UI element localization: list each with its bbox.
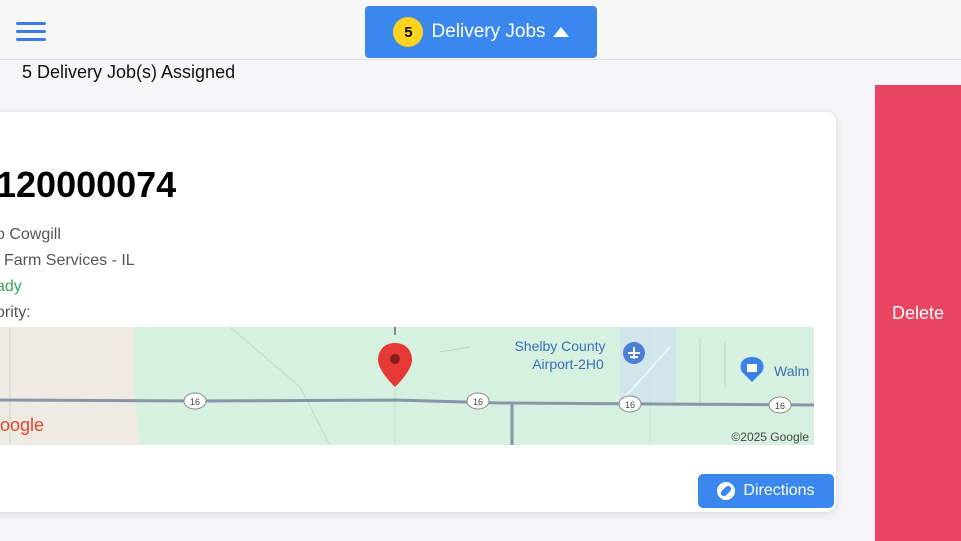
route-16-shield-3: 16 bbox=[618, 395, 642, 413]
svg-text:16: 16 bbox=[775, 401, 785, 411]
delivery-jobs-button[interactable]: 5 Delivery Jobs bbox=[365, 6, 597, 58]
route-16-shield-4: 16 bbox=[768, 396, 792, 414]
airport-area bbox=[620, 327, 676, 402]
airport-label-line2: Airport-2H0 bbox=[532, 356, 604, 372]
delete-label: Delete bbox=[891, 302, 945, 323]
delivery-job-card[interactable]: 120000074 o Cowgill l Farm Services - IL… bbox=[0, 112, 836, 512]
svg-text:16: 16 bbox=[473, 397, 483, 407]
company-name: l Farm Services - IL bbox=[0, 252, 135, 269]
jobs-count-badge: 5 bbox=[393, 17, 424, 47]
airport-label-line1: Shelby County bbox=[514, 338, 605, 354]
map-copyright: ©2025 Google bbox=[731, 430, 809, 444]
google-logo: oogle bbox=[0, 415, 44, 435]
job-status: ady bbox=[0, 278, 22, 295]
delete-button[interactable]: Delete bbox=[875, 85, 961, 541]
svg-text:16: 16 bbox=[625, 400, 635, 410]
menu-icon[interactable] bbox=[16, 22, 46, 42]
top-bar: 5 Delivery Jobs bbox=[0, 0, 961, 60]
customer-name: o Cowgill bbox=[0, 226, 61, 243]
map-view[interactable]: 16 16 16 16 Shelby County Airport-2H0 Wa… bbox=[0, 327, 814, 445]
delivery-jobs-label: Delivery Jobs bbox=[431, 21, 546, 42]
job-number: 120000074 bbox=[0, 164, 177, 205]
route-16-shield-1: 16 bbox=[183, 392, 207, 410]
directions-button[interactable]: Directions bbox=[698, 474, 834, 508]
directions-label: Directions bbox=[743, 482, 815, 499]
caret-up-icon bbox=[552, 27, 569, 37]
compass-icon bbox=[717, 482, 736, 500]
store-label: Walm bbox=[774, 363, 809, 379]
route-16-shield-2: 16 bbox=[466, 392, 490, 410]
airport-icon bbox=[623, 342, 645, 364]
priority-label: ority: bbox=[0, 304, 31, 321]
svg-text:16: 16 bbox=[190, 397, 200, 407]
assigned-count-text: 5 Delivery Job(s) Assigned bbox=[22, 62, 236, 82]
